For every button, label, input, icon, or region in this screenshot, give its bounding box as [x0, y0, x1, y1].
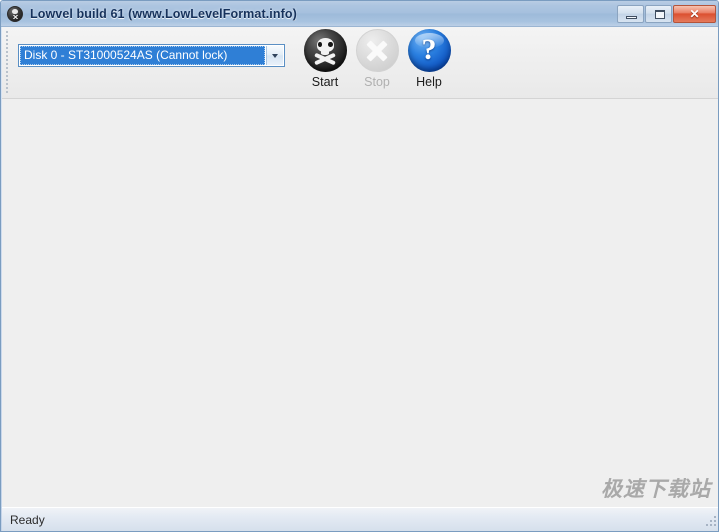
minimize-button[interactable] [617, 4, 644, 23]
toolbar-buttons: Start Stop ? Help [302, 29, 452, 90]
window-title: Lowvel build 61 (www.LowLevelFormat.info… [30, 6, 297, 21]
disk-select[interactable]: Disk 0 - ST31000524AS (Cannot lock) [18, 44, 285, 67]
close-icon: ✕ [689, 6, 700, 21]
resize-grip-icon[interactable] [703, 513, 717, 527]
chevron-down-icon[interactable] [266, 46, 283, 65]
minimize-icon [626, 15, 637, 19]
skull-icon [303, 29, 347, 72]
status-bar: Ready [2, 507, 718, 531]
skull-app-icon [7, 5, 23, 22]
title-bar[interactable]: Lowvel build 61 (www.LowLevelFormat.info… [1, 1, 718, 27]
window-controls: ✕ [616, 4, 718, 23]
toolbar: Disk 0 - ST31000524AS (Cannot lock) Star… [2, 27, 718, 99]
application-window: Lowvel build 61 (www.LowLevelFormat.info… [0, 0, 719, 532]
question-mark-icon: ? [407, 29, 451, 72]
status-text: Ready [10, 512, 45, 527]
help-button-label: Help [416, 75, 442, 89]
toolbar-gripper[interactable] [4, 31, 11, 93]
stop-button[interactable]: Stop [354, 29, 400, 90]
close-button[interactable]: ✕ [673, 4, 716, 23]
help-button[interactable]: ? Help [406, 29, 452, 90]
stop-button-label: Stop [364, 75, 390, 89]
maximize-button[interactable] [645, 4, 672, 23]
start-button[interactable]: Start [302, 29, 348, 90]
start-button-label: Start [311, 75, 339, 89]
watermark-text: 极速下载站 [601, 477, 711, 501]
x-circle-icon [355, 29, 399, 72]
disk-select-value[interactable]: Disk 0 - ST31000524AS (Cannot lock) [20, 46, 265, 65]
client-area: 极速下载站 [2, 99, 718, 508]
maximize-icon [655, 9, 665, 19]
